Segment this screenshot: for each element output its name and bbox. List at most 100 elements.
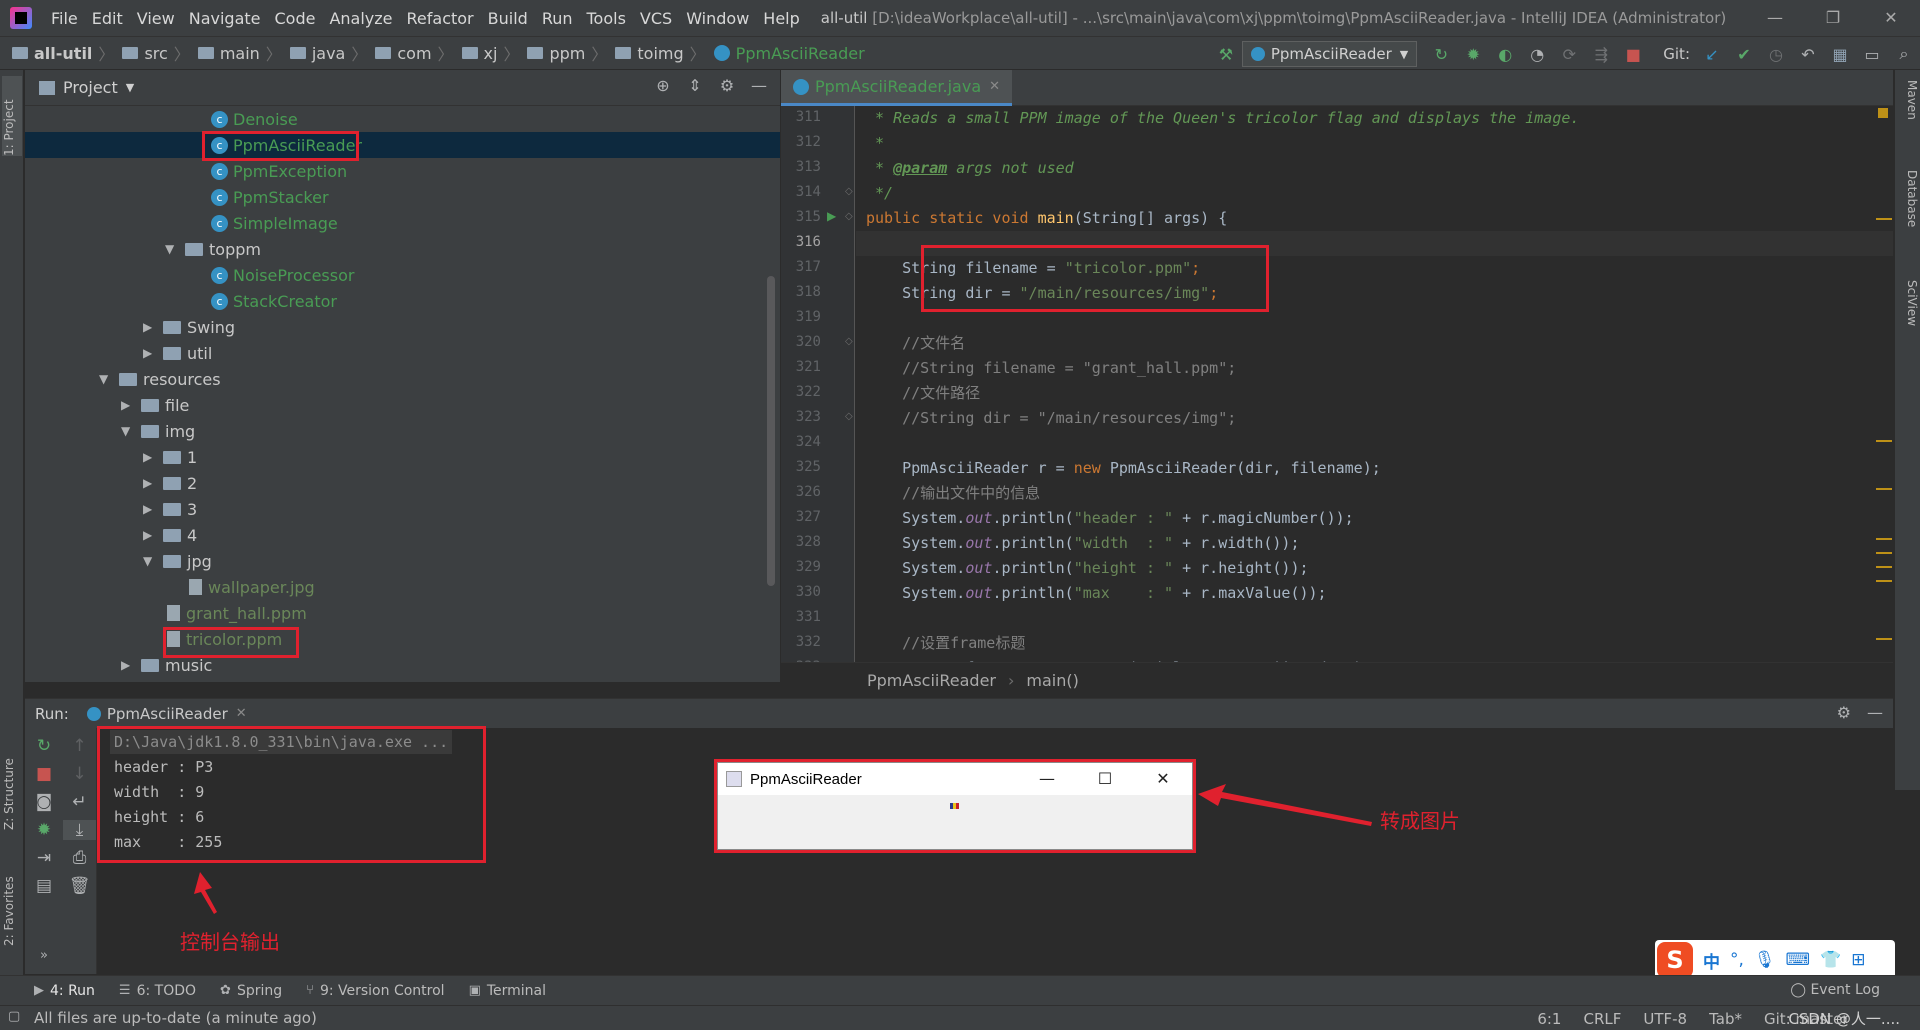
chevron-right-icon[interactable]: ▶ bbox=[143, 320, 155, 334]
build-hammer-icon[interactable]: ⚒ bbox=[1215, 43, 1237, 65]
tree-item-img[interactable]: ▼ img bbox=[25, 418, 780, 444]
tab-terminal[interactable]: ▣ Terminal bbox=[469, 983, 546, 999]
menu-vcs[interactable]: VCS bbox=[633, 9, 679, 28]
chevron-right-icon[interactable]: ▶ bbox=[143, 346, 155, 360]
breadcrumb-item[interactable]: toimg 〉 bbox=[611, 41, 709, 65]
chevron-right-icon[interactable]: ▶ bbox=[143, 528, 155, 542]
warning-mark[interactable] bbox=[1876, 538, 1892, 540]
indent-setting[interactable]: Tab* bbox=[1709, 1010, 1742, 1028]
tree-item-util[interactable]: ▶ util bbox=[25, 340, 780, 366]
breadcrumb-item[interactable]: PpmAsciiReader bbox=[710, 44, 869, 63]
restore-button[interactable]: ❐ bbox=[1804, 0, 1862, 36]
menu-analyze[interactable]: Analyze bbox=[322, 9, 399, 28]
gear-icon[interactable]: ⚙ bbox=[716, 76, 738, 95]
tree-item-folder-4[interactable]: ▶ 4 bbox=[25, 522, 780, 548]
line-separator[interactable]: CRLF bbox=[1583, 1010, 1621, 1028]
warning-indicator-icon[interactable] bbox=[1878, 108, 1888, 118]
tree-item-folder-2[interactable]: ▶ 2 bbox=[25, 470, 780, 496]
tree-item-jpg[interactable]: ▼ jpg bbox=[25, 548, 780, 574]
tree-item-resources[interactable]: ▼ resources bbox=[25, 366, 780, 392]
camera-icon[interactable]: ◙ bbox=[25, 792, 63, 812]
editor-crumb-method[interactable]: main() bbox=[1026, 671, 1078, 690]
ime-toolbar[interactable]: S 中 °, 🎙 ⌨ 👕 ⊞ bbox=[1655, 940, 1895, 980]
hide-panel-icon[interactable]: — bbox=[748, 76, 770, 95]
structure-tool-tab[interactable]: Z: Structure bbox=[2, 740, 22, 830]
layout-icon[interactable]: ▤ bbox=[25, 876, 63, 896]
stop-icon[interactable]: ■ bbox=[1622, 43, 1644, 65]
search-icon[interactable]: ⌕ bbox=[1893, 43, 1915, 65]
project-tool-tab[interactable]: 1: Project bbox=[2, 76, 22, 156]
chevron-right-icon[interactable]: ▶ bbox=[121, 658, 133, 672]
arrow-down-icon[interactable]: ↓ bbox=[63, 764, 96, 784]
tab-run[interactable]: ▶ 4: Run bbox=[34, 983, 95, 999]
rerun-icon[interactable]: ↻ bbox=[25, 736, 63, 756]
trash-icon[interactable]: 🗑 bbox=[63, 876, 96, 896]
profile-icon[interactable]: ◔ bbox=[1526, 43, 1548, 65]
presentation-icon[interactable]: ▭ bbox=[1861, 43, 1883, 65]
menu-window[interactable]: Window bbox=[679, 9, 756, 28]
git-commit-icon[interactable]: ✔ bbox=[1733, 43, 1755, 65]
run-tab-ppmasciireader[interactable]: PpmAsciiReader ✕ bbox=[86, 705, 247, 723]
soft-wrap-icon[interactable]: ↵ bbox=[63, 792, 96, 812]
favorites-tool-tab[interactable]: 2: Favorites bbox=[2, 860, 22, 946]
chevron-right-icon[interactable]: ▶ bbox=[143, 502, 155, 516]
tree-item-swing[interactable]: ▶ Swing bbox=[25, 314, 780, 340]
minimize-button[interactable]: — bbox=[1746, 0, 1804, 36]
project-tree-scrollbar[interactable] bbox=[767, 276, 775, 586]
menu-run[interactable]: Run bbox=[535, 9, 580, 28]
fold-icon[interactable]: ◇ bbox=[845, 336, 853, 347]
git-rollback-icon[interactable]: ↶ bbox=[1797, 43, 1819, 65]
ime-lang-toggle[interactable]: 中 bbox=[1703, 948, 1720, 973]
warning-mark[interactable] bbox=[1876, 488, 1892, 490]
warning-mark[interactable] bbox=[1876, 552, 1892, 554]
close-tab-icon[interactable]: ✕ bbox=[236, 706, 247, 721]
gear-icon[interactable]: ⚙ bbox=[1837, 703, 1851, 722]
tree-item-stackcreator[interactable]: c StackCreator bbox=[25, 288, 780, 314]
close-button[interactable]: ✕ bbox=[1862, 0, 1920, 36]
project-structure-icon[interactable]: ▦ bbox=[1829, 43, 1851, 65]
menu-build[interactable]: Build bbox=[481, 9, 535, 28]
coverage-icon[interactable]: ◐ bbox=[1494, 43, 1516, 65]
menu-refactor[interactable]: Refactor bbox=[400, 9, 481, 28]
warning-mark[interactable] bbox=[1876, 440, 1892, 442]
editor-tab-ppmasciireader[interactable]: PpmAsciiReader.java ✕ bbox=[781, 70, 1013, 106]
project-view-selector[interactable]: Project ▼ bbox=[39, 78, 134, 97]
run-gutter-icon[interactable]: ▶ bbox=[827, 209, 836, 223]
tree-item-tricolor-ppm[interactable]: tricolor.ppm bbox=[25, 626, 780, 652]
close-tab-icon[interactable]: ✕ bbox=[989, 79, 1000, 94]
menu-tools[interactable]: Tools bbox=[580, 9, 633, 28]
tree-item-file[interactable]: ▶ file bbox=[25, 392, 780, 418]
build-artifacts-icon[interactable]: ⇶ bbox=[1590, 43, 1612, 65]
git-update-icon[interactable]: ↙ bbox=[1701, 43, 1723, 65]
warning-mark[interactable] bbox=[1876, 580, 1892, 582]
chevron-right-icon[interactable]: ▶ bbox=[121, 398, 133, 412]
rerun-icon[interactable]: ↻ bbox=[1430, 43, 1452, 65]
warning-mark[interactable] bbox=[1876, 566, 1892, 568]
tree-item-music[interactable]: ▶ music bbox=[25, 652, 780, 678]
microphone-icon[interactable]: 🎙 bbox=[1754, 950, 1776, 970]
panel-toggle-icon[interactable]: ▢ bbox=[8, 1009, 20, 1024]
run-config-select[interactable]: PpmAsciiReader ▼ bbox=[1241, 41, 1418, 67]
punctuation-icon[interactable]: °, bbox=[1730, 950, 1744, 970]
debug-icon[interactable]: ✹ bbox=[1462, 43, 1484, 65]
fold-icon[interactable]: ◇ bbox=[845, 186, 853, 197]
tree-item-ppmasciireader[interactable]: c PpmAsciiReader bbox=[25, 132, 780, 158]
file-encoding[interactable]: UTF-8 bbox=[1643, 1010, 1687, 1028]
menu-navigate[interactable]: Navigate bbox=[182, 9, 268, 28]
tree-item-noiseprocessor[interactable]: c NoiseProcessor bbox=[25, 262, 780, 288]
sciview-tool-tab[interactable]: SciView bbox=[1899, 280, 1919, 360]
keyboard-icon[interactable]: ⌨ bbox=[1786, 950, 1811, 970]
toolbox-icon[interactable]: ⊞ bbox=[1851, 950, 1865, 970]
tree-item-denoise[interactable]: c Denoise bbox=[25, 106, 780, 132]
exit-icon[interactable]: ⇥ bbox=[25, 848, 63, 868]
more-icon[interactable]: » bbox=[25, 948, 63, 963]
breadcrumb-item[interactable]: java 〉 bbox=[286, 41, 372, 65]
scroll-to-end-icon[interactable]: ⤓ bbox=[63, 820, 96, 840]
fold-icon[interactable]: ◇ bbox=[845, 411, 853, 422]
tree-item-wallpaper-jpg[interactable]: wallpaper.jpg bbox=[25, 574, 780, 600]
tab-version-control[interactable]: ⑂ 9: Version Control bbox=[306, 983, 444, 999]
tree-item-simpleimage[interactable]: c SimpleImage bbox=[25, 210, 780, 236]
stop-icon[interactable]: ■ bbox=[25, 764, 63, 784]
chevron-down-icon[interactable]: ▼ bbox=[143, 554, 155, 568]
locate-icon[interactable]: ⊕ bbox=[652, 76, 674, 95]
